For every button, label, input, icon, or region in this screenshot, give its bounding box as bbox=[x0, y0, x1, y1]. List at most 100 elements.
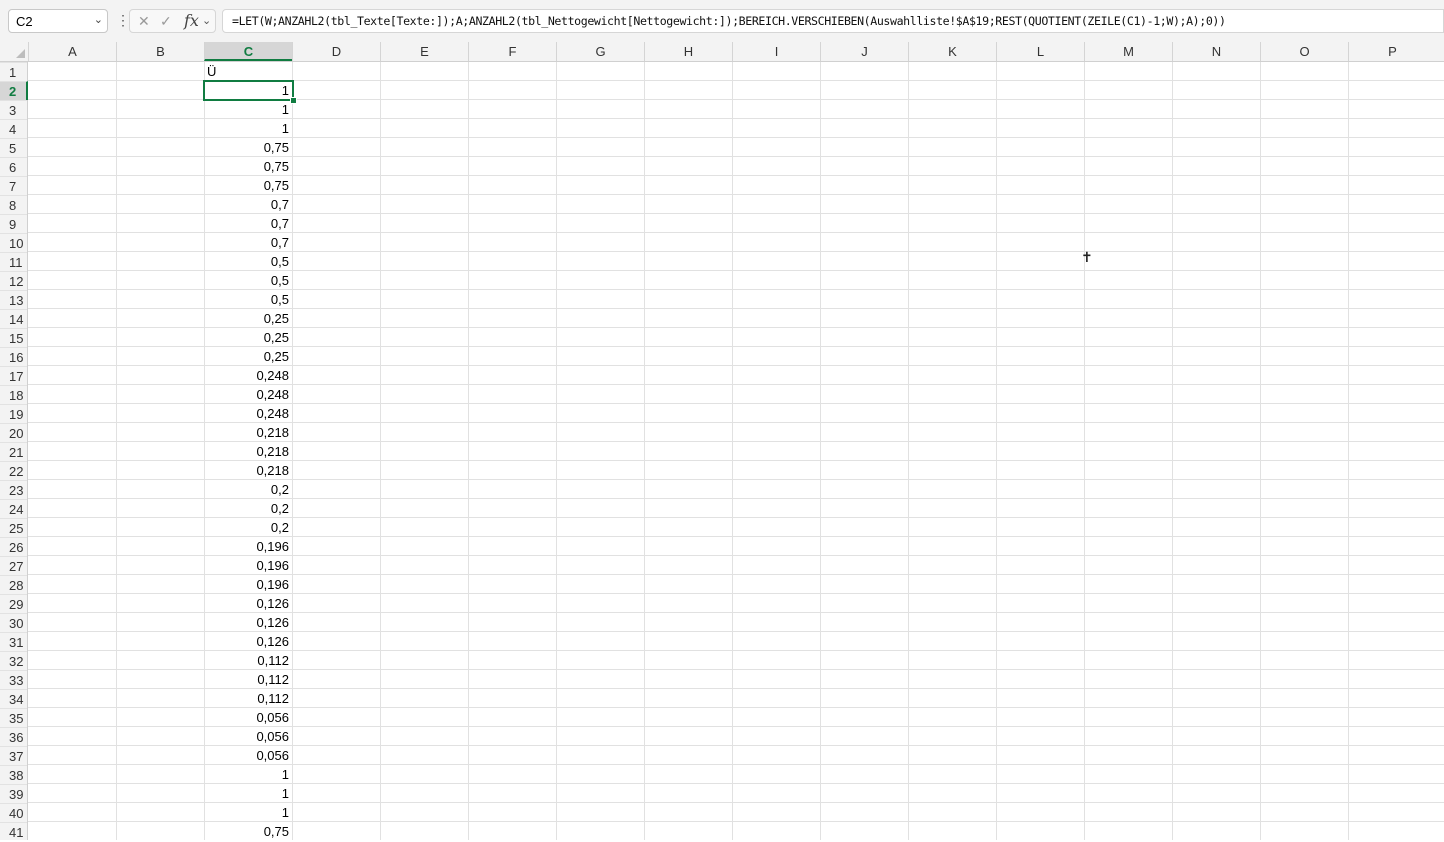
select-all-button[interactable] bbox=[0, 42, 28, 61]
more-icon[interactable]: ⋮ bbox=[116, 12, 130, 28]
cell-c13[interactable]: 0,5 bbox=[204, 290, 292, 309]
cell-c25[interactable]: 0,2 bbox=[204, 518, 292, 537]
column-header-c[interactable]: C bbox=[204, 42, 292, 61]
row-header-3[interactable]: 3 bbox=[0, 100, 27, 119]
row-header-26[interactable]: 26 bbox=[0, 537, 27, 556]
row-header-37[interactable]: 37 bbox=[0, 746, 27, 765]
row-header-24[interactable]: 24 bbox=[0, 499, 27, 518]
cell-c16[interactable]: 0,25 bbox=[204, 347, 292, 366]
row-header-1[interactable]: 1 bbox=[0, 62, 27, 81]
cell-c12[interactable]: 0,5 bbox=[204, 271, 292, 290]
cell-c22[interactable]: 0,218 bbox=[204, 461, 292, 480]
column-header-a[interactable]: A bbox=[28, 42, 116, 61]
cell-c35[interactable]: 0,056 bbox=[204, 708, 292, 727]
cell-c5[interactable]: 0,75 bbox=[204, 138, 292, 157]
column-header-k[interactable]: K bbox=[908, 42, 996, 61]
cell-c10[interactable]: 0,7 bbox=[204, 233, 292, 252]
row-header-33[interactable]: 33 bbox=[0, 670, 27, 689]
cell-c33[interactable]: 0,112 bbox=[204, 670, 292, 689]
column-header-h[interactable]: H bbox=[644, 42, 732, 61]
cell-c17[interactable]: 0,248 bbox=[204, 366, 292, 385]
row-header-13[interactable]: 13 bbox=[0, 290, 27, 309]
row-header-7[interactable]: 7 bbox=[0, 176, 27, 195]
row-header-34[interactable]: 34 bbox=[0, 689, 27, 708]
row-header-4[interactable]: 4 bbox=[0, 119, 27, 138]
column-header-l[interactable]: L bbox=[996, 42, 1084, 61]
column-header-b[interactable]: B bbox=[116, 42, 204, 61]
cell-c37[interactable]: 0,056 bbox=[204, 746, 292, 765]
row-header-11[interactable]: 11 bbox=[0, 252, 27, 271]
column-header-m[interactable]: M bbox=[1084, 42, 1172, 61]
column-header-g[interactable]: G bbox=[556, 42, 644, 61]
cancel-icon[interactable]: ✕ bbox=[138, 13, 150, 30]
cell-c27[interactable]: 0,196 bbox=[204, 556, 292, 575]
row-header-31[interactable]: 31 bbox=[0, 632, 27, 651]
row-header-25[interactable]: 25 bbox=[0, 518, 27, 537]
cell-c21[interactable]: 0,218 bbox=[204, 442, 292, 461]
row-header-9[interactable]: 9 bbox=[0, 214, 27, 233]
cell-c36[interactable]: 0,056 bbox=[204, 727, 292, 746]
row-header-22[interactable]: 22 bbox=[0, 461, 27, 480]
row-header-14[interactable]: 14 bbox=[0, 309, 27, 328]
column-header-e[interactable]: E bbox=[380, 42, 468, 61]
row-header-27[interactable]: 27 bbox=[0, 556, 27, 575]
name-box[interactable]: C2 ⌄ bbox=[8, 9, 108, 33]
cell-c23[interactable]: 0,2 bbox=[204, 480, 292, 499]
function-icon[interactable]: fx bbox=[184, 11, 199, 30]
row-header-10[interactable]: 10 bbox=[0, 233, 27, 252]
row-header-18[interactable]: 18 bbox=[0, 385, 27, 404]
row-header-41[interactable]: 41 bbox=[0, 822, 27, 841]
cell-c8[interactable]: 0,7 bbox=[204, 195, 292, 214]
cell-c4[interactable]: 1 bbox=[204, 119, 292, 138]
row-header-2[interactable]: 2 bbox=[0, 81, 28, 100]
column-header-j[interactable]: J bbox=[820, 42, 908, 61]
column-header-f[interactable]: F bbox=[468, 42, 556, 61]
cell-c26[interactable]: 0,196 bbox=[204, 537, 292, 556]
cell-c19[interactable]: 0,248 bbox=[204, 404, 292, 423]
cell-c15[interactable]: 0,25 bbox=[204, 328, 292, 347]
cell-c20[interactable]: 0,218 bbox=[204, 423, 292, 442]
fill-handle[interactable] bbox=[290, 97, 297, 104]
row-header-39[interactable]: 39 bbox=[0, 784, 27, 803]
row-header-40[interactable]: 40 bbox=[0, 803, 27, 822]
row-header-8[interactable]: 8 bbox=[0, 195, 27, 214]
row-header-23[interactable]: 23 bbox=[0, 480, 27, 499]
cell-c11[interactable]: 0,5 bbox=[204, 252, 292, 271]
cell-c30[interactable]: 0,126 bbox=[204, 613, 292, 632]
chevron-down-icon[interactable]: ⌄ bbox=[94, 13, 103, 26]
column-header-d[interactable]: D bbox=[292, 42, 380, 61]
row-header-35[interactable]: 35 bbox=[0, 708, 27, 727]
column-header-o[interactable]: O bbox=[1260, 42, 1348, 61]
cell-c14[interactable]: 0,25 bbox=[204, 309, 292, 328]
cell-c9[interactable]: 0,7 bbox=[204, 214, 292, 233]
cell-c1[interactable]: Ü bbox=[204, 62, 292, 81]
row-header-6[interactable]: 6 bbox=[0, 157, 27, 176]
cell-c3[interactable]: 1 bbox=[204, 100, 292, 119]
cell-c28[interactable]: 0,196 bbox=[204, 575, 292, 594]
row-header-5[interactable]: 5 bbox=[0, 138, 27, 157]
cell-c18[interactable]: 0,248 bbox=[204, 385, 292, 404]
cell-grid[interactable]: Ü 1 1 1 0,75 0,75 0,75 0,7 0,7 0,7 0,5 0,5 0,5 0,25 0,… bbox=[28, 62, 1444, 840]
enter-icon[interactable]: ✓ bbox=[160, 13, 172, 30]
row-header-29[interactable]: 29 bbox=[0, 594, 27, 613]
formula-input[interactable]: =LET(W;ANZAHL2(tbl_Texte[Texte:]);A;ANZA… bbox=[222, 9, 1444, 33]
column-header-i[interactable]: I bbox=[732, 42, 820, 61]
row-header-28[interactable]: 28 bbox=[0, 575, 27, 594]
row-header-36[interactable]: 36 bbox=[0, 727, 27, 746]
cell-c41[interactable]: 0,75 bbox=[204, 822, 292, 840]
row-header-16[interactable]: 16 bbox=[0, 347, 27, 366]
row-header-38[interactable]: 38 bbox=[0, 765, 27, 784]
cell-c7[interactable]: 0,75 bbox=[204, 176, 292, 195]
chevron-down-icon[interactable]: ⌄ bbox=[202, 14, 211, 27]
column-header-p[interactable]: P bbox=[1348, 42, 1436, 61]
row-header-21[interactable]: 21 bbox=[0, 442, 27, 461]
column-header-n[interactable]: N bbox=[1172, 42, 1260, 61]
row-header-17[interactable]: 17 bbox=[0, 366, 27, 385]
cell-c31[interactable]: 0,126 bbox=[204, 632, 292, 651]
row-header-32[interactable]: 32 bbox=[0, 651, 27, 670]
cell-c39[interactable]: 1 bbox=[204, 784, 292, 803]
cell-c29[interactable]: 0,126 bbox=[204, 594, 292, 613]
cell-c34[interactable]: 0,112 bbox=[204, 689, 292, 708]
row-header-12[interactable]: 12 bbox=[0, 271, 27, 290]
row-header-20[interactable]: 20 bbox=[0, 423, 27, 442]
